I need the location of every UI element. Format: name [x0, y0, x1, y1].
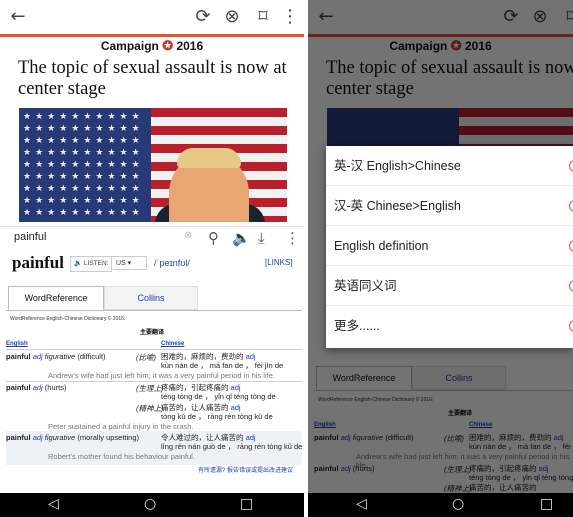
nav-back-icon[interactable]: ◁: [356, 496, 367, 512]
tab-collins[interactable]: Collins: [104, 286, 198, 310]
radio-icon: [569, 160, 573, 172]
radio-icon: [569, 320, 573, 332]
dictionary-title: WordReference English-Chinese Dictionary…: [10, 316, 126, 322]
dictionary-tabs: WordReference Collins: [6, 286, 302, 311]
menu-item-more[interactable]: 更多......: [326, 306, 573, 346]
bookmark-icon[interactable]: ⌑: [253, 7, 273, 27]
headword-row: painful 🔈 LISTEN: US ▾ /ˈpeɪnfʊl/ [LINKS…: [0, 252, 304, 280]
top-toolbar: ← ⟳ ⊗ ⌑ ⋮: [0, 0, 304, 34]
column-english: English: [6, 341, 28, 347]
brand-text: Campaign: [100, 39, 159, 53]
progress-bar: [0, 34, 304, 37]
brand-year: 2016: [176, 39, 204, 53]
example-sentence: Andrew's wife had just left him; it was …: [48, 371, 275, 380]
menu-item-english-definition[interactable]: English definition: [326, 226, 573, 266]
nav-back-icon[interactable]: ◁: [48, 496, 59, 512]
nav-recents-icon[interactable]: □: [240, 496, 253, 512]
system-nav-bar: ◁ ○ □: [0, 493, 304, 517]
clear-icon[interactable]: ⊗: [184, 230, 192, 241]
example-sentence: Peter sustained a painful injury in the …: [48, 422, 194, 431]
menu-item-synonyms[interactable]: 英语同义词: [326, 266, 573, 306]
radio-icon: [569, 280, 573, 292]
nav-home-icon[interactable]: ○: [144, 496, 156, 512]
phonetic: /ˈpeɪnfʊl/: [154, 258, 190, 268]
lookup-search-bar: painful ⊗ ⚲ 🔈 ⤓ ⋮: [0, 226, 304, 251]
article-photo: ★★★★★★★★★★★★★★★★★★★★★★★★★★★★★★★★★★★★★★★★…: [19, 108, 287, 222]
refresh-icon[interactable]: ⟳: [193, 7, 213, 27]
overflow-menu-icon[interactable]: ⋮: [285, 229, 300, 247]
column-chinese: Chinese: [161, 341, 185, 347]
menu-item-zh-en[interactable]: 汉-英 Chinese>English: [326, 186, 573, 226]
overflow-menu-icon[interactable]: ⋮: [280, 7, 300, 27]
system-nav-bar: ◁ ○ □: [308, 493, 573, 517]
tab-wordreference[interactable]: WordReference: [8, 286, 104, 310]
menu-item-en-zh[interactable]: 英-汉 English>Chinese: [326, 146, 573, 186]
links-link[interactable]: [LINKS]: [265, 258, 293, 267]
report-error-link[interactable]: 有所遗漏? 报告错误或提出改进建议: [198, 465, 293, 474]
right-screen: ← ⟳ ⊗ ⌑ Campaign ✪ 2016 The topic of sex…: [308, 0, 573, 517]
section-heading: 主要翻译: [140, 330, 165, 336]
star-logo-icon: ✪: [162, 38, 174, 53]
table-row: painful adj (hurts) (生理上) 疼痛的，引起疼痛的 adjt…: [6, 383, 276, 401]
speaker-icon[interactable]: 🔈: [232, 229, 251, 247]
nav-recents-icon[interactable]: □: [540, 496, 553, 512]
accent-select[interactable]: US ▾: [111, 256, 147, 270]
table-row: painful adj figurative (difficult) (比喻) …: [6, 352, 284, 370]
download-icon[interactable]: ⤓: [258, 229, 265, 247]
headword: painful: [12, 253, 64, 272]
listen-button[interactable]: 🔈 LISTEN:: [70, 256, 113, 272]
article-headline[interactable]: The topic of sexual assault is now at ce…: [18, 58, 288, 100]
table-row: painful adj figurative (morally upsettin…: [6, 433, 303, 451]
back-arrow-icon[interactable]: ←: [8, 7, 28, 27]
close-circle-icon[interactable]: ⊗: [222, 7, 242, 27]
section-brand: Campaign ✪ 2016: [0, 38, 304, 54]
left-screen: ← ⟳ ⊗ ⌑ ⋮ Campaign ✪ 2016 The topic of s…: [0, 0, 304, 517]
lookup-search-input[interactable]: painful: [14, 231, 46, 243]
search-icon[interactable]: ⚲: [208, 229, 219, 247]
radio-icon: [569, 200, 573, 212]
dictionary-menu: 英-汉 English>Chinese 汉-英 Chinese>English …: [326, 146, 573, 348]
radio-icon: [569, 240, 573, 252]
example-sentence: Robert's mother found his behaviour pain…: [48, 452, 195, 461]
nav-home-icon[interactable]: ○: [452, 496, 464, 512]
